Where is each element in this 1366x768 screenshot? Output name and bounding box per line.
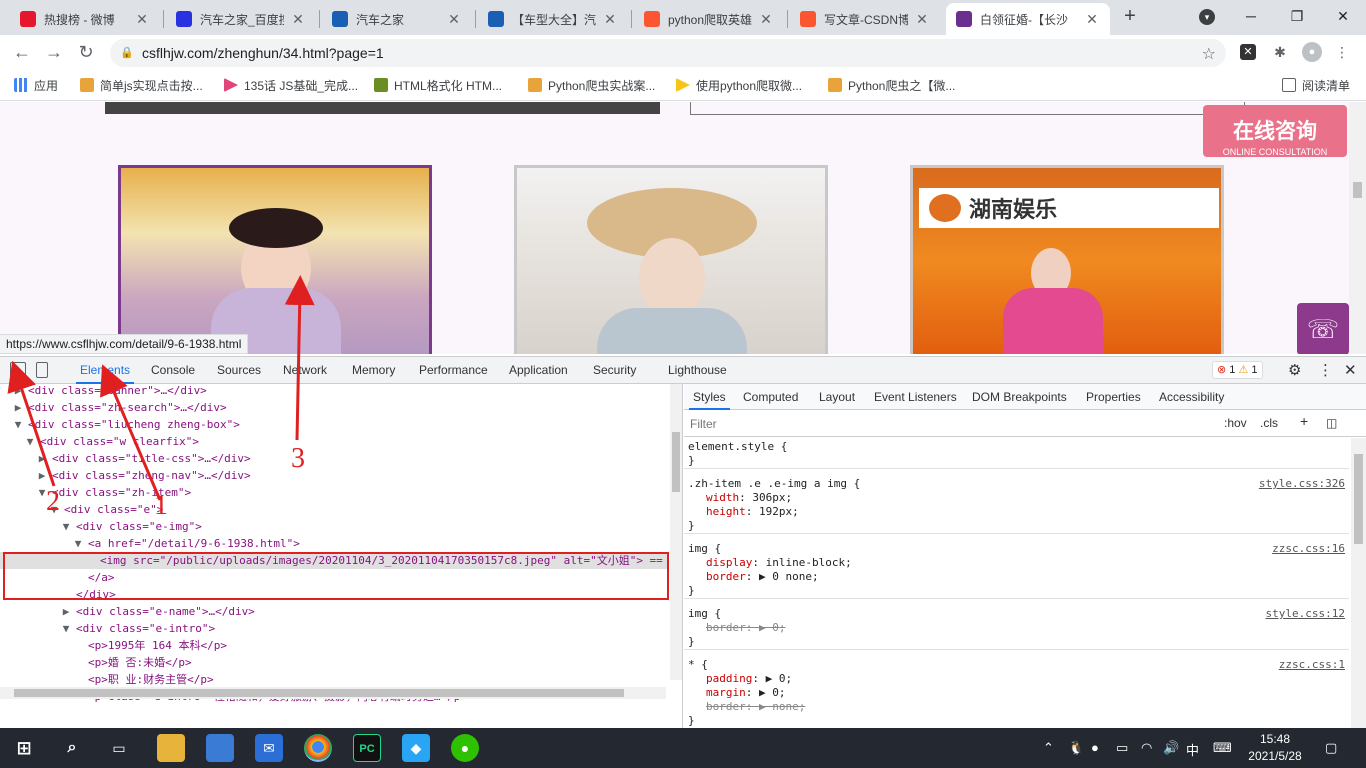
arrow-to-photo <box>284 275 315 441</box>
wechat-tray-icon[interactable]: ● <box>1091 740 1099 755</box>
volume-icon[interactable]: 🔊 <box>1163 740 1179 756</box>
file-explorer-icon[interactable] <box>157 734 185 762</box>
battery-icon[interactable]: ▭ <box>1116 740 1128 756</box>
arrow-to-elements <box>100 364 162 501</box>
system-clock[interactable]: 15:48 2021/5/28 <box>1238 731 1312 765</box>
annotation-label-2: 2 <box>46 486 60 517</box>
mail-icon[interactable]: ✉ <box>255 734 283 762</box>
pycharm-icon[interactable]: PC <box>353 734 381 762</box>
tray-expand-icon[interactable]: ⌃ <box>1043 740 1054 756</box>
task-view-icon[interactable]: ▭ <box>105 734 133 762</box>
app-icon[interactable]: ◆ <box>402 734 430 762</box>
annotation-label-3: 3 <box>291 443 305 474</box>
notification-icon[interactable]: ▢ <box>1325 740 1337 756</box>
annotation-label-1: 1 <box>154 490 168 521</box>
keyboard-icon[interactable]: ⌨ <box>1213 740 1232 756</box>
clock-time: 15:48 <box>1259 732 1291 746</box>
ime-indicator[interactable]: 中 <box>1186 740 1199 759</box>
clock-date: 2021/5/28 <box>1248 749 1302 763</box>
annotation-arrows <box>7 275 315 501</box>
qq-icon[interactable]: 🐧 <box>1068 740 1084 756</box>
windows-taskbar: ⊞ ⌕ ▭ ✉ PC ◆ ● ⌃ 🐧 ● ▭ ◠ 🔊 中 ⌨ 15:48 202… <box>0 728 1366 768</box>
store-icon[interactable] <box>206 734 234 762</box>
arrow-to-inspect <box>7 360 56 487</box>
search-icon[interactable]: ⌕ <box>58 734 86 762</box>
chrome-icon[interactable] <box>304 734 332 762</box>
windows-start-icon[interactable]: ⊞ <box>10 734 38 762</box>
wechat-icon[interactable]: ● <box>451 734 479 762</box>
network-icon[interactable]: ◠ <box>1141 740 1152 756</box>
